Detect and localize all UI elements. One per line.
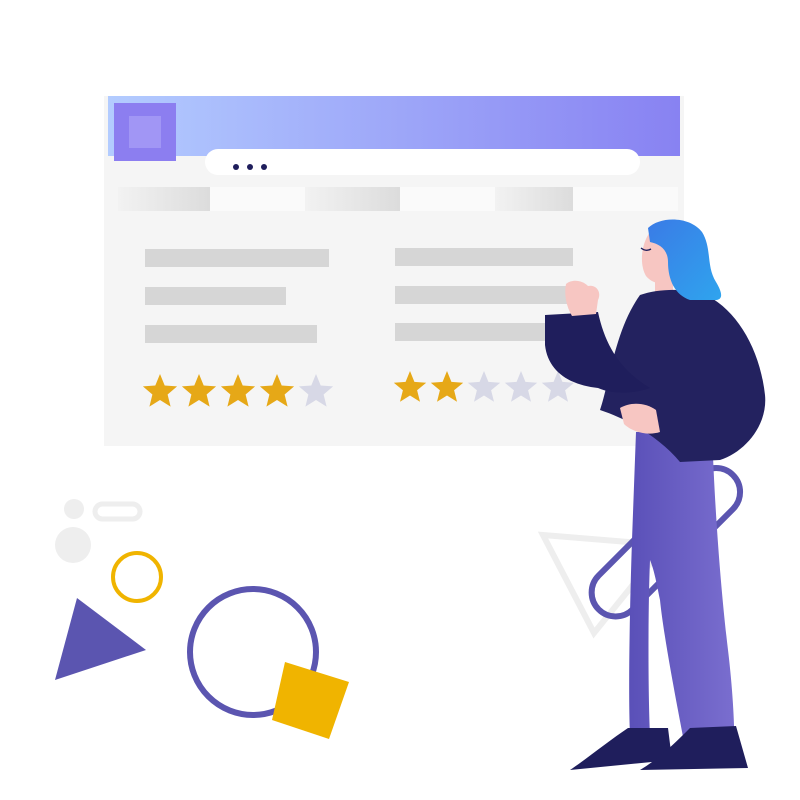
tab-strip [118,187,678,211]
yellow-ring [111,551,163,603]
tab-spacer [400,187,495,211]
app-logo-inner [129,116,161,148]
tab-spacer [573,187,678,211]
pants [629,430,735,752]
tab-1[interactable] [118,187,210,211]
dot-icon [233,164,239,170]
browser-header [108,96,680,156]
gray-circle [55,527,91,563]
illustration-canvas [55,96,766,770]
dot-icon [247,164,253,170]
tab-spacer [210,187,305,211]
yellow-square [272,662,349,739]
gray-pill-outline [92,501,143,522]
woman-figure [545,219,766,770]
browser-window [104,96,684,446]
text-placeholder-line [395,323,555,341]
small-gray-circle [64,499,84,519]
text-placeholder-line [395,248,573,266]
dot-icon [261,164,267,170]
text-placeholder-line [145,325,317,343]
text-placeholder-line [395,286,573,304]
purple-triangle [55,598,146,680]
address-bar[interactable] [205,149,640,175]
tab-2[interactable] [305,187,400,211]
tab-3[interactable] [495,187,573,211]
text-placeholder-line [145,287,286,305]
text-placeholder-line [145,249,329,267]
illustration [0,0,800,800]
